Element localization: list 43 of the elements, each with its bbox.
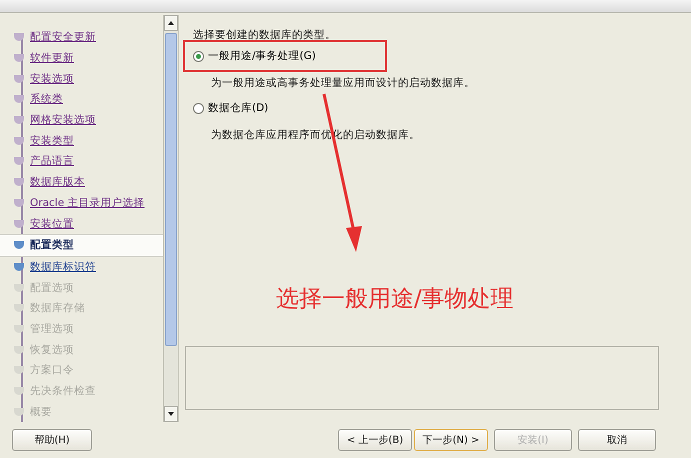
radio-option[interactable]: 数据仓库(D) <box>193 97 683 119</box>
step-marker-icon <box>14 220 24 228</box>
step-marker-icon <box>14 198 24 207</box>
annotation-text: 选择一般用途/事物处理 <box>276 285 514 314</box>
step-marker-icon <box>14 136 24 145</box>
step-marker-icon <box>14 178 24 186</box>
step-marker-icon <box>14 284 24 292</box>
step-item[interactable]: 安装位置 <box>0 213 163 234</box>
step-item[interactable]: 产品语言 <box>0 151 163 172</box>
step-marker-icon <box>14 54 24 62</box>
cancel-button[interactable]: 取消 <box>578 429 656 452</box>
step-marker-icon <box>14 262 24 271</box>
step-marker-icon <box>14 157 24 166</box>
step-marker-icon <box>14 387 24 396</box>
step-item[interactable]: 安装选项 <box>0 68 163 90</box>
step-marker-icon <box>14 304 24 312</box>
step-item[interactable]: 数据库版本 <box>0 172 163 192</box>
step-item[interactable]: 系统类 <box>0 89 163 110</box>
step-marker-icon <box>14 95 24 104</box>
step-marker-icon <box>14 366 24 374</box>
prompt-text: 选择要创建的数据库的类型。 <box>193 28 337 43</box>
next-button[interactable]: 下一步(N) > <box>414 429 488 452</box>
step-item[interactable]: Oracle 主目录用户选择 <box>0 192 163 214</box>
scroll-down-icon[interactable] <box>168 412 174 416</box>
step-marker-icon <box>14 241 24 250</box>
step-item[interactable]: 安装类型 <box>0 130 163 152</box>
back-button[interactable]: < 上一步(B) <box>338 429 412 452</box>
step-marker-icon <box>14 346 24 354</box>
step-item[interactable]: 网格安装选项 <box>0 110 163 130</box>
radio-option[interactable]: 一般用途/事务处理(G) <box>193 45 683 67</box>
step-marker-icon <box>14 324 24 333</box>
step-item[interactable]: 软件更新 <box>0 48 163 68</box>
step-marker-icon <box>14 116 24 124</box>
option-description: 为一般用途或高事务处理量应用而设计的启动数据库。 <box>210 76 476 91</box>
step-marker-icon <box>14 33 24 42</box>
step-marker-icon <box>14 74 24 83</box>
help-button[interactable]: 帮助(H) <box>12 429 92 452</box>
scroll-up-icon[interactable] <box>168 21 174 25</box>
scrollbar[interactable] <box>163 15 178 422</box>
step-marker-icon <box>14 408 24 416</box>
step-item[interactable]: 配置安全更新 <box>0 27 163 48</box>
step-item[interactable]: 配置类型 <box>0 234 163 257</box>
step-item[interactable]: 数据库标识符 <box>0 256 163 278</box>
